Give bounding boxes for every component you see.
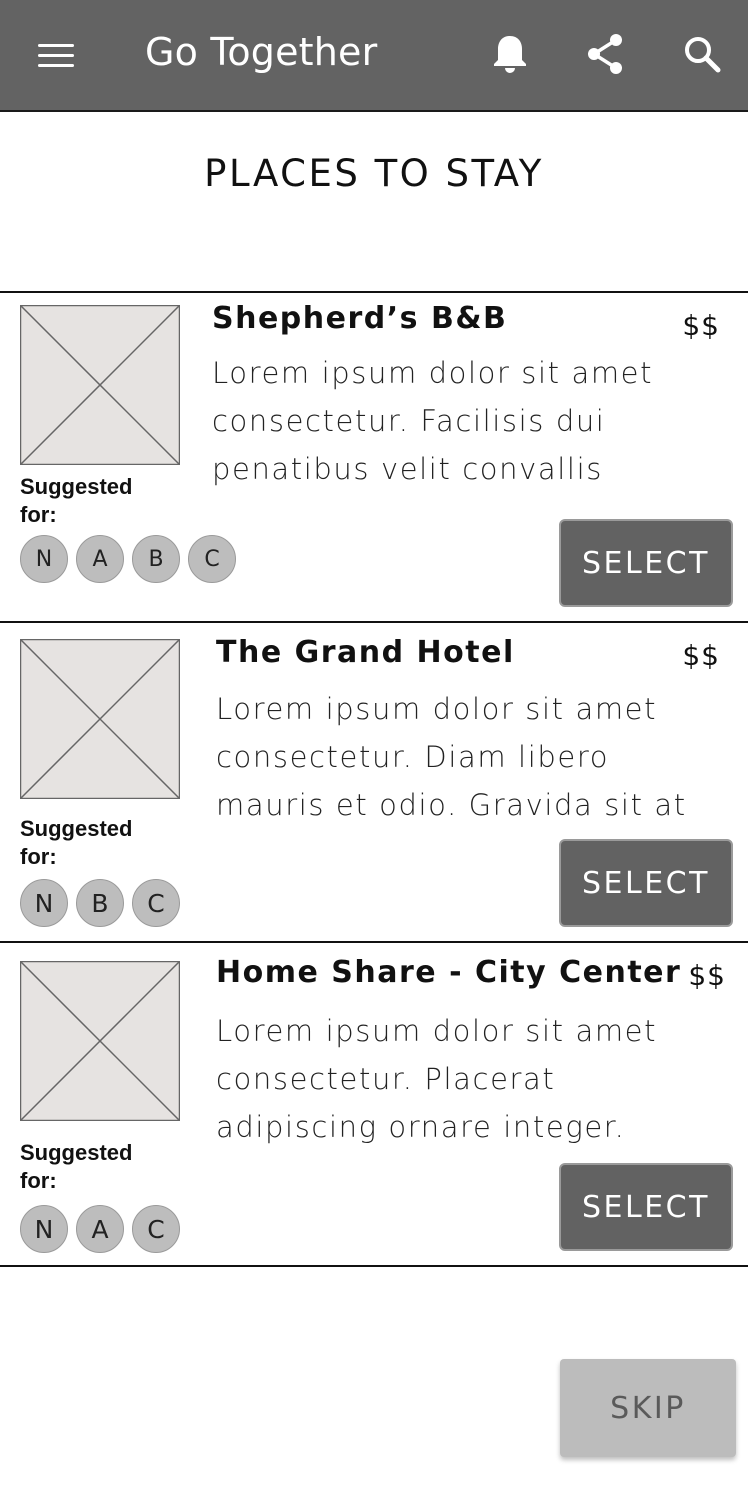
- place-name: The Grand Hotel: [216, 635, 515, 670]
- price-level: $$: [688, 959, 726, 992]
- place-card: Shepherd’s B&B $$ Lorem ipsum dolor sit …: [0, 291, 748, 623]
- suggested-for-label: Suggested for:: [20, 1140, 133, 1193]
- avatar: A: [76, 535, 124, 583]
- place-name: Home Share - City Center: [216, 955, 682, 990]
- suggested-for-label: Suggested for:: [20, 474, 133, 527]
- bell-icon[interactable]: [486, 30, 534, 78]
- select-button[interactable]: SELECT: [559, 1163, 733, 1251]
- search-icon[interactable]: [678, 30, 726, 78]
- avatar: A: [76, 1205, 124, 1253]
- price-level: $$: [682, 639, 720, 672]
- place-name: Shepherd’s B&B: [212, 301, 508, 336]
- select-button[interactable]: SELECT: [559, 519, 733, 607]
- app-bar: Go Together: [0, 0, 748, 112]
- suggested-avatars: N B C: [20, 879, 180, 927]
- app-title: Go Together: [145, 30, 378, 74]
- avatar: N: [20, 879, 68, 927]
- place-card: The Grand Hotel $$ Lorem ipsum dolor sit…: [0, 621, 748, 943]
- share-icon[interactable]: [582, 30, 630, 78]
- place-image-placeholder: [20, 961, 180, 1121]
- skip-button[interactable]: SKIP: [560, 1359, 736, 1457]
- place-description: Lorem ipsum dolor sit amet consectetur. …: [216, 1014, 658, 1144]
- place-image-placeholder: [20, 305, 180, 465]
- hamburger-menu-icon[interactable]: [36, 40, 76, 70]
- avatar: B: [132, 535, 180, 583]
- place-card: Home Share - City Center $$ Lorem ipsum …: [0, 941, 748, 1267]
- suggested-avatars: N A C: [20, 1205, 180, 1253]
- avatar: C: [132, 1205, 180, 1253]
- page-title: PLACES TO STAY: [204, 152, 544, 195]
- avatar: C: [132, 879, 180, 927]
- suggested-for-label: Suggested for:: [20, 816, 133, 869]
- avatar: C: [188, 535, 236, 583]
- place-description: Lorem ipsum dolor sit amet consectetur. …: [216, 692, 687, 822]
- place-description: Lorem ipsum dolor sit amet consectetur. …: [212, 356, 654, 486]
- avatar: N: [20, 535, 68, 583]
- place-image-placeholder: [20, 639, 180, 799]
- select-button[interactable]: SELECT: [559, 839, 733, 927]
- suggested-avatars: N A B C: [20, 535, 236, 583]
- avatar: N: [20, 1205, 68, 1253]
- avatar: B: [76, 879, 124, 927]
- price-level: $$: [682, 309, 720, 342]
